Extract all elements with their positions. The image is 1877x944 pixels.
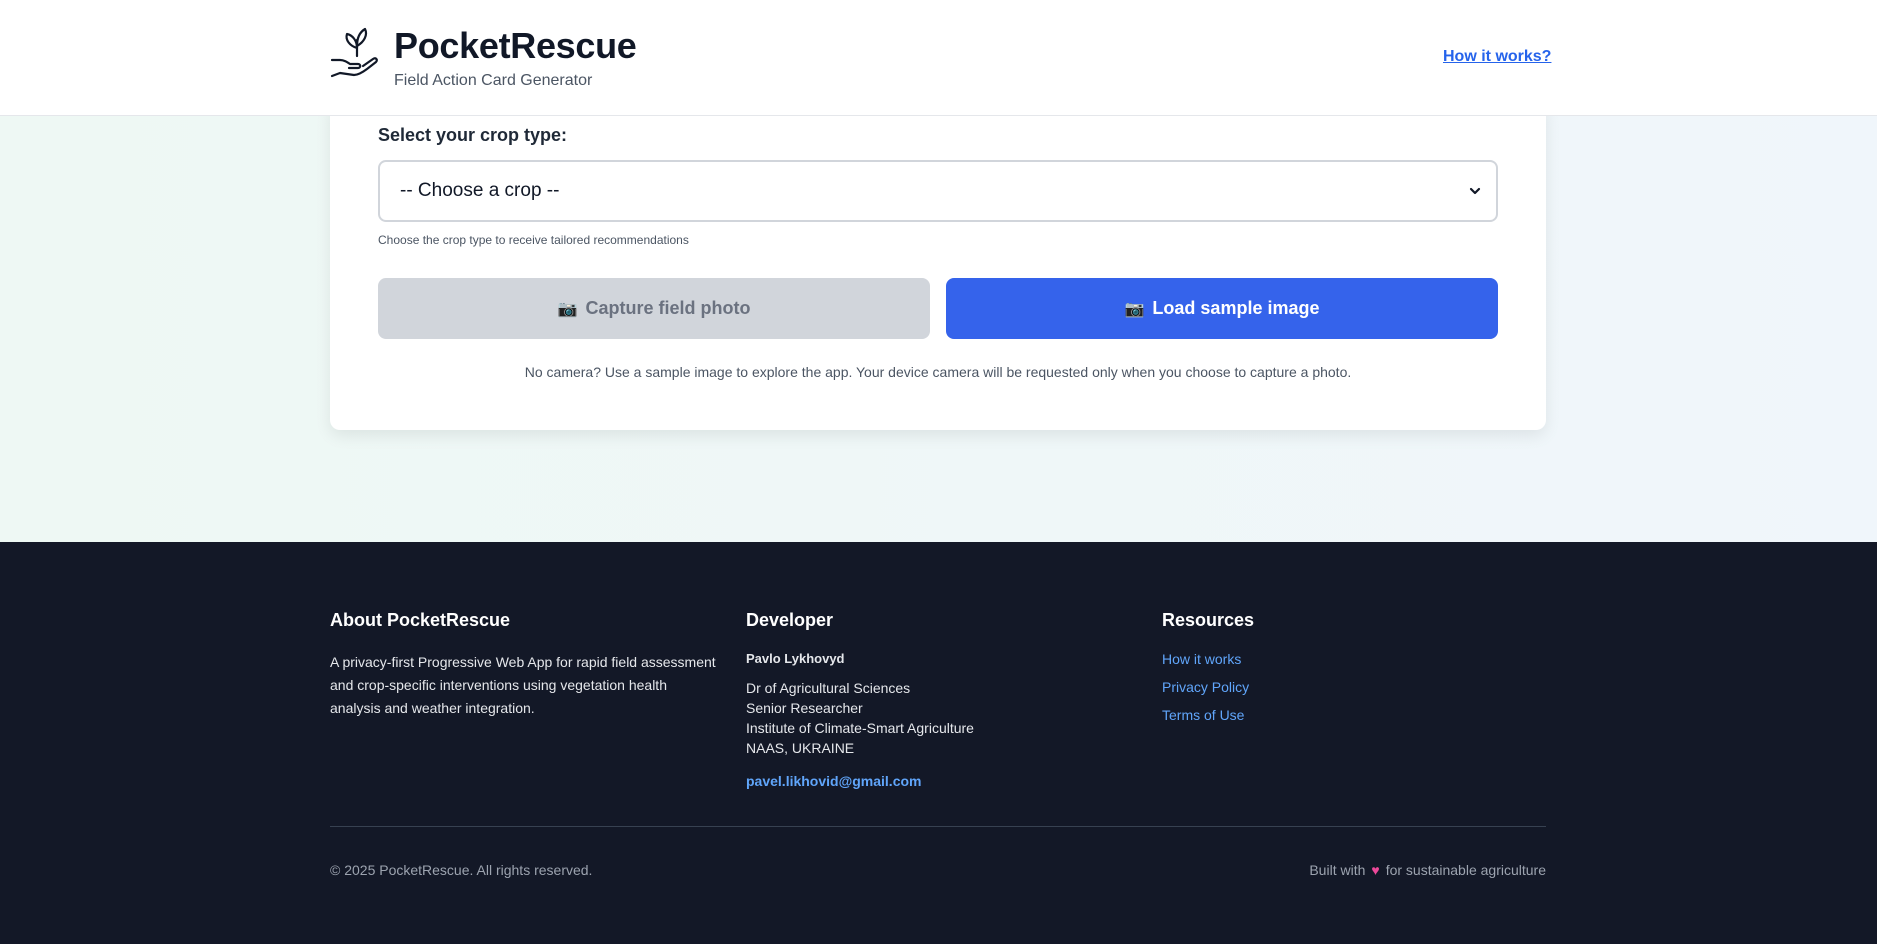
developer-position: Senior Researcher: [746, 700, 863, 716]
camera-note: No camera? Use a sample image to explore…: [524, 364, 1352, 380]
footer-divider: [330, 826, 1546, 827]
crop-select-value: -- Choose a crop --: [400, 180, 560, 201]
how-it-works-link[interactable]: How it works?: [1443, 48, 1551, 66]
hand-sprout-icon: [330, 27, 378, 78]
chevron-down-icon: [1469, 187, 1481, 195]
built-with-prefix: Built with: [1309, 862, 1366, 878]
crop-hint: Choose the crop type to receive tailored…: [378, 233, 689, 247]
site-footer: About PocketRescue A privacy-first Progr…: [0, 542, 1877, 944]
developer-email-link[interactable]: pavel.likhovid@gmail.com: [746, 773, 1086, 789]
camera-icon: 📷: [1124, 300, 1145, 318]
brand[interactable]: PocketRescue Field Action Card Generator: [330, 26, 637, 90]
footer-link-privacy-policy[interactable]: Privacy Policy: [1162, 679, 1462, 696]
capture-photo-label: Capture field photo: [585, 298, 751, 318]
footer-link-how-it-works[interactable]: How it works: [1162, 651, 1462, 668]
built-with: Built with ♥ for sustainable agriculture: [1309, 862, 1546, 878]
footer-about: About PocketRescue A privacy-first Progr…: [330, 610, 720, 720]
about-heading: About PocketRescue: [330, 610, 511, 630]
crop-select-label: Select your crop type:: [378, 125, 568, 145]
crop-select[interactable]: -- Choose a crop --: [378, 160, 1498, 222]
footer-resources: Resources How it works Privacy Policy Te…: [1162, 610, 1462, 735]
developer-heading: Developer: [746, 610, 834, 630]
site-header: PocketRescue Field Action Card Generator…: [0, 0, 1877, 116]
resources-heading: Resources: [1162, 610, 1255, 630]
app-subtitle: Field Action Card Generator: [394, 72, 593, 89]
developer-institute: Institute of Climate-Smart Agriculture: [746, 720, 974, 736]
developer-name: Pavlo Lykhovyd: [746, 651, 845, 666]
heart-icon: ♥: [1371, 862, 1380, 878]
load-sample-button[interactable]: 📷 Load sample image: [946, 278, 1498, 339]
capture-photo-button[interactable]: 📷 Capture field photo: [378, 278, 930, 339]
footer-developer: Developer Pavlo Lykhovyd Dr of Agricultu…: [746, 610, 1086, 789]
camera-icon: 📷: [557, 300, 578, 318]
load-sample-label: Load sample image: [1152, 298, 1320, 318]
built-with-suffix: for sustainable agriculture: [1385, 862, 1546, 878]
crop-card: Select your crop type: -- Choose a crop …: [330, 100, 1546, 430]
copyright: © 2025 PocketRescue. All rights reserved…: [330, 862, 593, 878]
app-title: PocketRescue: [394, 25, 637, 66]
footer-link-terms-of-use[interactable]: Terms of Use: [1162, 707, 1462, 724]
developer-country: NAAS, UKRAINE: [746, 740, 855, 756]
about-text: A privacy-first Progressive Web App for …: [330, 654, 716, 716]
developer-degree: Dr of Agricultural Sciences: [746, 680, 911, 696]
